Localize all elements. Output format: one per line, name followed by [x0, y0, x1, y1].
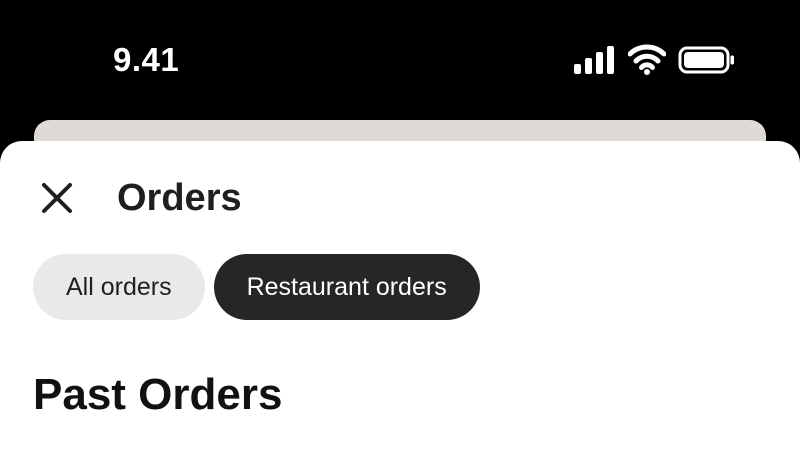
- tab-all-orders[interactable]: All orders: [33, 254, 205, 320]
- close-icon: [42, 183, 72, 213]
- page-title: Orders: [117, 177, 242, 219]
- orders-sheet: Orders All orders Restaurant orders Past…: [0, 141, 800, 450]
- section-title-past-orders: Past Orders: [33, 370, 283, 419]
- status-time: 9.41: [113, 41, 180, 78]
- wifi-icon: [627, 44, 667, 81]
- tab-restaurant-orders[interactable]: Restaurant orders: [213, 254, 480, 320]
- close-button[interactable]: [32, 173, 82, 223]
- status-icons: [570, 44, 740, 76]
- battery-icon: [678, 44, 736, 81]
- order-type-tabs: All orders Restaurant orders: [33, 254, 480, 320]
- status-bar: 9.41: [0, 0, 800, 120]
- cellular-signal-icon: [574, 44, 616, 81]
